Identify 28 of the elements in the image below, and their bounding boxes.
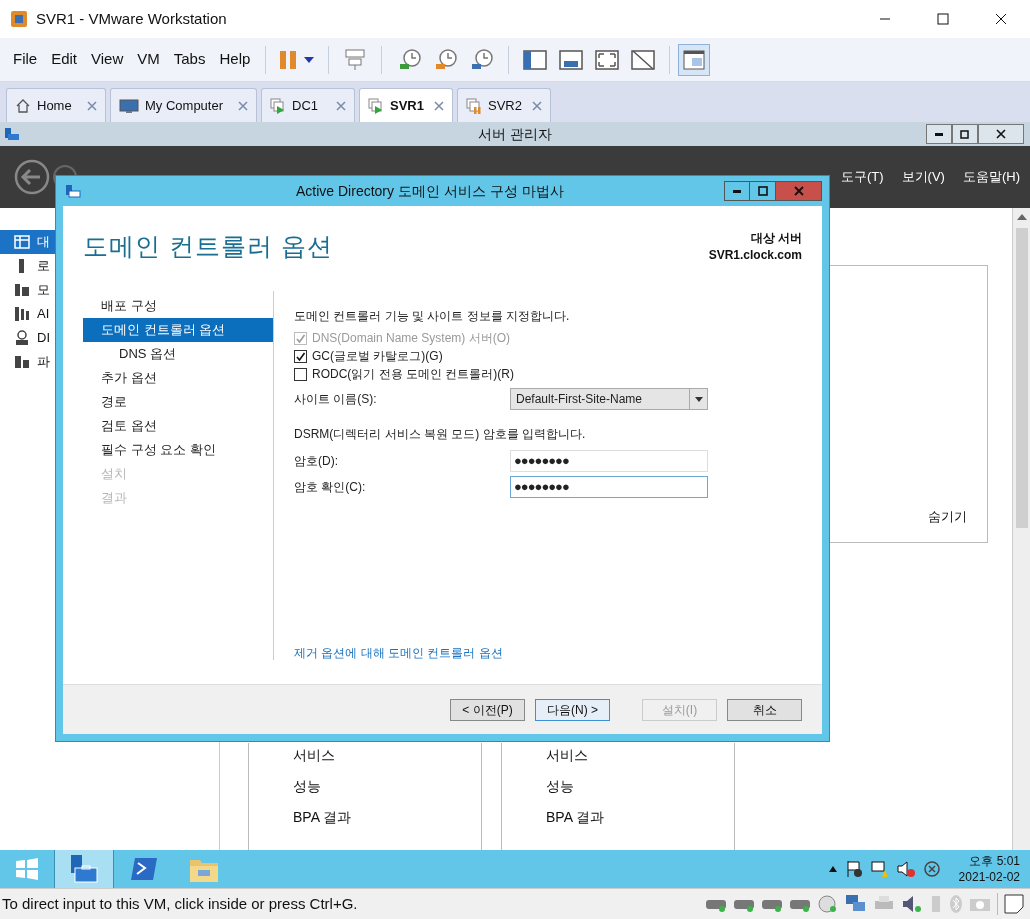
field-label: 암호 확인(C): xyxy=(294,479,367,496)
tab-label: DC1 xyxy=(292,96,318,115)
intro-text: 도메인 컨트롤러 기능 및 사이트 정보를 지정합니다. xyxy=(294,308,571,325)
nav-label: 파 xyxy=(37,353,50,372)
tab-label: SVR2 xyxy=(488,96,522,115)
tab-label: Home xyxy=(37,96,72,115)
nav-label: 대 xyxy=(37,233,50,252)
nav-label: AI xyxy=(37,305,50,324)
dialog-title: Active Directory 도메인 서비스 구성 마법사 xyxy=(296,181,564,201)
checkbox-label: DNS(Domain Name System) 서버(O) xyxy=(312,330,511,347)
target-server: SVR1.clock.com xyxy=(708,247,802,264)
field-label: 사이트 이름(S): xyxy=(294,391,378,408)
checkbox-label: RODC(읽기 전용 도메인 컨트롤러)(R) xyxy=(312,366,514,383)
tab-label: SVR1 xyxy=(390,96,424,115)
window-title: SVR1 - VMware Workstation xyxy=(36,8,227,29)
nav-label: 로 xyxy=(37,257,50,276)
nav-label: DI xyxy=(37,329,50,348)
clock-time: 오후 5:01 xyxy=(969,853,1020,869)
page-heading: 도메인 컨트롤러 옵션 xyxy=(83,231,333,262)
clock-date: 2021-02-02 xyxy=(958,869,1020,885)
dsrm-intro-text: DSRM(디렉터리 서비스 복원 모드) 암호를 입력합니다. xyxy=(294,426,587,443)
guest-window-title: 서버 관리자 xyxy=(478,124,552,144)
target-label: 대상 서버 xyxy=(750,230,802,247)
tab-label: My Computer xyxy=(145,96,224,115)
status-text: To direct input to this VM, click inside or press Ctrl+G. xyxy=(2,893,358,914)
checkbox-label: GC(글로벌 카탈로그)(G) xyxy=(312,348,443,365)
nav-label: 모 xyxy=(37,281,50,300)
field-label: 암호(D): xyxy=(294,453,339,470)
